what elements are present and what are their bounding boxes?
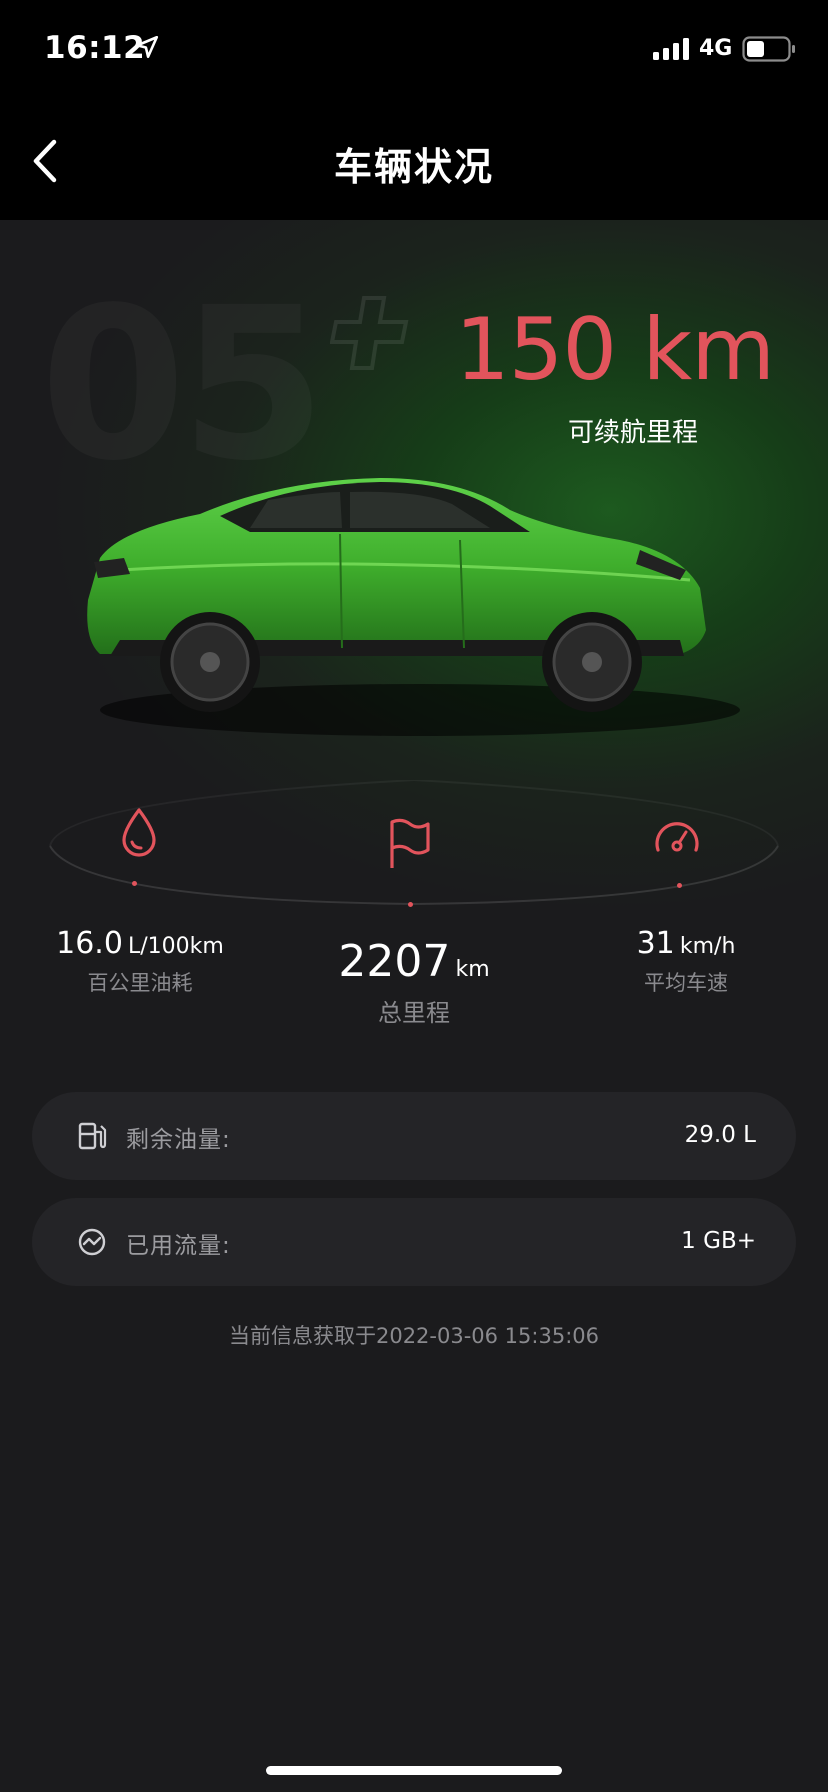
range-label: 可续航里程 [568, 418, 699, 448]
fuel-consumption-stat: 16.0 L/100km 百公里油耗 [40, 926, 240, 997]
data-usage-icon [78, 1228, 106, 1256]
fuel-consumption-value: 16.0 [56, 926, 123, 961]
plus-watermark-icon [330, 296, 409, 370]
page-title: 车辆状况 [333, 145, 494, 189]
home-indicator[interactable] [266, 1766, 562, 1775]
mileage-dot [408, 902, 413, 907]
fuel-consumption-unit: L/100km [128, 934, 224, 959]
data-used-label: 已用流量: [126, 1233, 231, 1259]
update-timestamp: 当前信息获取于2022-03-06 15:35:06 [228, 1324, 600, 1348]
fuel-remaining-card: 剩余油量: 29.0 L [32, 1092, 796, 1180]
location-arrow-icon [135, 35, 159, 59]
avg-speed-label: 平均车速 [644, 971, 728, 995]
fuel-consumption-label: 百公里油耗 [87, 971, 193, 995]
avg-speed-value: 31 [636, 926, 675, 961]
status-bar: 16:12 4G [0, 0, 828, 100]
total-mileage-unit: km [455, 957, 490, 982]
speed-dot [677, 883, 682, 888]
fuel-drop-icon [122, 808, 156, 857]
total-mileage-value: 2207 [338, 936, 451, 987]
total-mileage-label: 总里程 [378, 999, 450, 1027]
fuel-pump-icon [78, 1122, 107, 1150]
fuel-remaining-value: 29.0 L [684, 1122, 756, 1148]
fuel-dot [132, 881, 137, 886]
total-mileage-stat: 2207 km 总里程 [314, 936, 514, 1028]
model-watermark: 05 [40, 280, 320, 490]
range-value: 150 km [454, 300, 775, 400]
fuel-remaining-label: 剩余油量: [126, 1127, 231, 1153]
status-time: 16:12 [44, 30, 146, 66]
data-used-card: 已用流量: 1 GB+ [32, 1198, 796, 1286]
car-image [87, 478, 740, 736]
battery-icon [742, 36, 795, 62]
flag-icon [390, 818, 430, 868]
avg-speed-unit: km/h [679, 934, 736, 959]
signal-icon [653, 38, 689, 60]
avg-speed-stat: 31 km/h 平均车速 [586, 926, 786, 997]
network-type: 4G [699, 36, 733, 61]
nav-bar: 车辆状况 [0, 100, 828, 220]
data-used-value: 1 GB+ [681, 1228, 756, 1254]
speedometer-icon [655, 822, 699, 852]
